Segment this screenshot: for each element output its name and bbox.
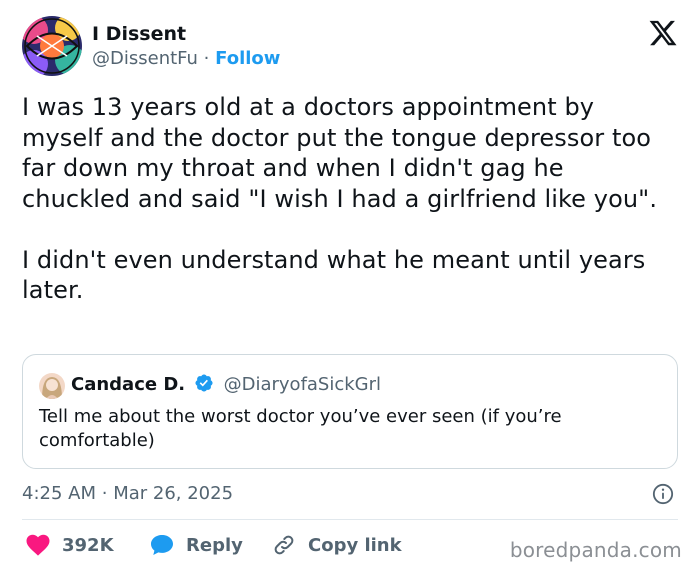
author-display-name[interactable]: I Dissent [92,22,280,46]
link-icon [274,535,294,555]
author-info: I Dissent @DissentFu · Follow [92,22,280,71]
quoted-author-avatar[interactable] [39,373,65,399]
follow-button[interactable]: Follow [215,48,280,69]
quoted-display-name[interactable]: Candace D. [71,374,185,395]
like-count: 392K [62,534,114,556]
quoted-author-line: Candace D. @DiaryofaSickGrl [71,372,381,398]
verified-badge-icon [195,374,213,392]
tweet-date: Mar 26, 2025 [113,483,234,504]
reply-label: Reply [186,534,243,556]
watermark: boredpanda.com [509,538,682,562]
like-button[interactable]: 392K [26,530,114,560]
author-handle-line: @DissentFu · Follow [92,47,280,71]
author-handle[interactable]: @DissentFu [92,48,198,69]
tweet-timestamp[interactable]: 4:25 AM · Mar 26, 2025 [22,482,233,506]
timestamp-separator: · [101,483,108,504]
quoted-tweet[interactable]: Candace D. @DiaryofaSickGrl Tell me abou… [22,354,678,469]
copy-link-label: Copy link [308,534,402,556]
heart-icon [26,534,50,556]
author-avatar[interactable] [22,16,82,76]
tweet-text: I was 13 years old at a doctors appointm… [22,93,658,304]
handle-separator: · [203,48,210,69]
tweet-header: I Dissent @DissentFu · Follow [22,16,682,76]
info-icon[interactable] [652,483,674,505]
tweet-time: 4:25 AM [22,483,96,504]
copy-link-button[interactable]: Copy link [272,530,402,560]
quoted-tweet-text: Tell me about the worst doctor you’ve ev… [39,406,562,451]
chat-bubble-icon [151,535,173,555]
divider [22,519,678,520]
x-logo-icon[interactable] [648,18,678,48]
reply-button[interactable]: Reply [150,530,243,560]
quoted-handle[interactable]: @DiaryofaSickGrl [224,374,381,395]
